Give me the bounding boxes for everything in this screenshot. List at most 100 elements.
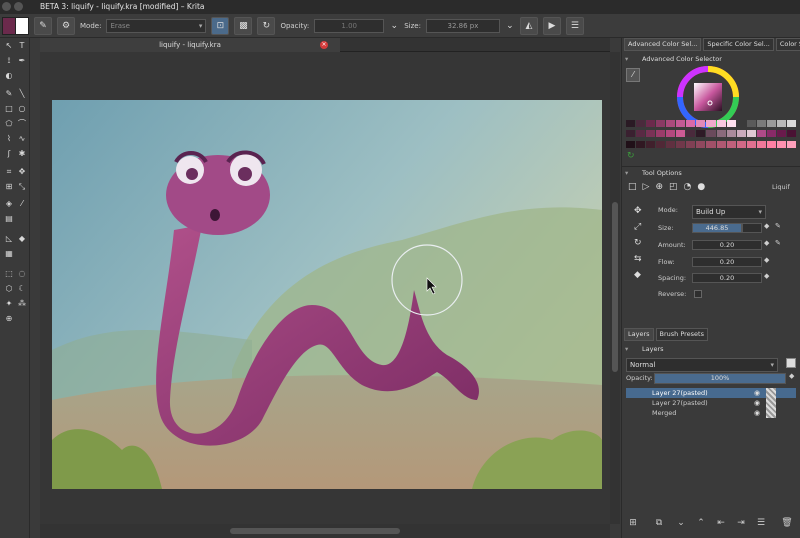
polygon-select-icon[interactable]: ⬡ [3,283,15,295]
calligraphy-icon[interactable]: ✒ [16,55,28,67]
window-minimize-button[interactable] [14,2,23,11]
move-mode-icon[interactable]: □ [628,182,637,192]
horizontal-scrollbar[interactable] [40,524,610,538]
stepper-icon[interactable]: ◆ [764,239,769,247]
perspective-grid-icon[interactable]: ◆ [16,233,28,245]
opacity-slider[interactable]: 1.00 [314,18,385,33]
reload-icon[interactable]: ↻ [257,16,276,35]
refresh-icon[interactable]: ↻ [627,152,636,161]
ellipse-select-icon[interactable]: ◌ [16,268,28,280]
mirror-horizontal-icon[interactable]: ◭ [519,16,538,35]
delete-icon[interactable]: 🗑 [780,516,794,530]
line-tool-icon[interactable]: ╲ [16,88,28,100]
pen-pressure-icon[interactable]: ✎ [775,222,781,230]
stepper-icon[interactable]: ◆ [764,222,769,230]
size-slider[interactable]: 32.86 px [425,18,500,33]
rotate-mode-icon[interactable]: ⊕ [655,182,663,192]
freehand-brush-icon[interactable]: ✎ [3,88,15,100]
pen-pressure-icon[interactable]: ✎ [775,239,781,247]
outdent-icon[interactable]: ⇥ [734,516,748,530]
grid-tool-icon[interactable]: ▦ [3,248,15,260]
bezier-tool-icon[interactable]: ⌇ [3,133,15,145]
eye-icon[interactable]: ◉ [754,409,760,417]
measure-tool-icon[interactable]: ⤡ [16,181,28,193]
stepper-icon[interactable]: ◆ [789,372,794,380]
gradient-tool-icon[interactable]: ▤ [3,213,15,225]
freehand-select-icon[interactable]: ☾ [16,283,28,295]
tab-brush-presets[interactable]: Brush Presets [655,328,708,341]
close-icon[interactable]: × [320,41,328,49]
spacing-slider[interactable]: 0.20 [692,273,762,283]
flow-slider[interactable]: 0.20 [692,257,762,267]
scale-mode-icon[interactable]: ▷ [643,182,650,192]
indent-icon[interactable]: ⇤ [714,516,728,530]
move-tool-icon[interactable]: ✥ [16,166,28,178]
mode-select[interactable]: Build Up [692,205,766,219]
assistant-tool-icon[interactable]: ◺ [3,233,15,245]
horizontal-scroll-thumb[interactable] [230,528,400,534]
duplicate-layer-icon[interactable]: ⧉ [652,516,666,530]
offset-icon[interactable]: ⇆ [634,254,642,264]
transform-tool-icon[interactable]: ⊞ [3,181,15,193]
offset-mode-icon[interactable]: ◰ [669,182,678,192]
undo-icon[interactable]: ◆ [634,270,642,280]
edit-shapes-icon[interactable]: ⟟ [3,55,15,67]
vertical-scroll-thumb[interactable] [612,202,618,372]
freehand-path-icon[interactable]: ∿ [16,133,28,145]
color-history-palette[interactable] [626,120,796,150]
rect-select-icon[interactable]: ⬚ [3,268,15,280]
workspace-icon[interactable]: ☰ [565,16,584,35]
foreground-color-swatch[interactable] [2,16,16,35]
tab-color-sliders[interactable]: Color Sl... [775,38,800,51]
stepper-icon[interactable]: ◆ [764,256,769,264]
move-down-icon[interactable]: ⌄ [674,516,688,530]
size-slider[interactable]: 446.85 [692,223,742,233]
layer-blend-mode-select[interactable]: Normal [626,358,778,372]
eye-icon[interactable]: ◉ [754,399,760,407]
tab-specific-color-selector[interactable]: Specific Color Sel... [703,38,774,51]
eye-icon[interactable]: ◉ [754,389,760,397]
polyline-tool-icon[interactable]: ⌒ [16,118,28,130]
tab-advanced-color-selector[interactable]: Advanced Color Sel... [624,38,702,51]
stepper-icon[interactable]: ◆ [764,272,769,280]
layer-opacity-slider[interactable]: 100% [654,373,786,384]
crop-tool-icon[interactable]: ⌗ [3,166,15,178]
color-picker-icon[interactable]: ⁄ [16,198,28,210]
chevron-down-icon[interactable]: ⌄ [389,17,399,35]
painting-canvas[interactable] [52,100,602,489]
blend-mode-select[interactable]: Erase [106,18,207,33]
rotate-icon[interactable]: ↻ [634,238,642,248]
similar-select-icon[interactable]: ⁂ [16,298,28,310]
move-icon[interactable]: ✥ [634,206,642,216]
tab-layers[interactable]: Layers [624,328,654,341]
bezier-select-icon[interactable]: ⊕ [3,313,15,325]
amount-slider[interactable]: 0.20 [692,240,762,250]
add-layer-icon[interactable]: ⊞ [626,516,640,530]
background-color-swatch[interactable] [15,16,29,35]
layer-filter-icon[interactable] [786,358,796,368]
polygon-tool-icon[interactable]: ⬠ [3,118,15,130]
gradient-editor-icon[interactable]: ◐ [3,70,15,82]
dynamic-brush-icon[interactable]: ʃ [3,148,15,160]
move-up-icon[interactable]: ⌃ [694,516,708,530]
contiguous-select-icon[interactable]: ✦ [3,298,15,310]
document-tab[interactable]: liquify - liquify.kra × [40,38,340,52]
color-picker-icon[interactable]: ⁄ [626,68,640,82]
scale-icon[interactable]: ⤢ [634,222,642,232]
rectangle-tool-icon[interactable]: □ [3,103,15,115]
size-slider-track[interactable] [742,223,762,233]
chevron-down-icon[interactable]: ⌄ [505,17,515,35]
multibrush-icon[interactable]: ✱ [16,148,28,160]
text-tool-icon[interactable]: T [16,40,28,52]
brush-edit-icon[interactable]: ⚙ [57,16,75,35]
vertical-scrollbar[interactable] [610,52,620,524]
properties-icon[interactable]: ☰ [754,516,768,530]
drop-icon[interactable]: ● [697,182,705,192]
brush-preset-icon[interactable]: ✎ [34,16,52,35]
pressure-icon[interactable]: ▩ [234,16,253,35]
ellipse-tool-icon[interactable]: ○ [16,103,28,115]
reverse-checkbox[interactable] [694,290,702,298]
color-wheel[interactable] [677,66,739,128]
window-menu-button[interactable] [2,2,11,11]
fill-tool-icon[interactable]: ◈ [3,198,15,210]
